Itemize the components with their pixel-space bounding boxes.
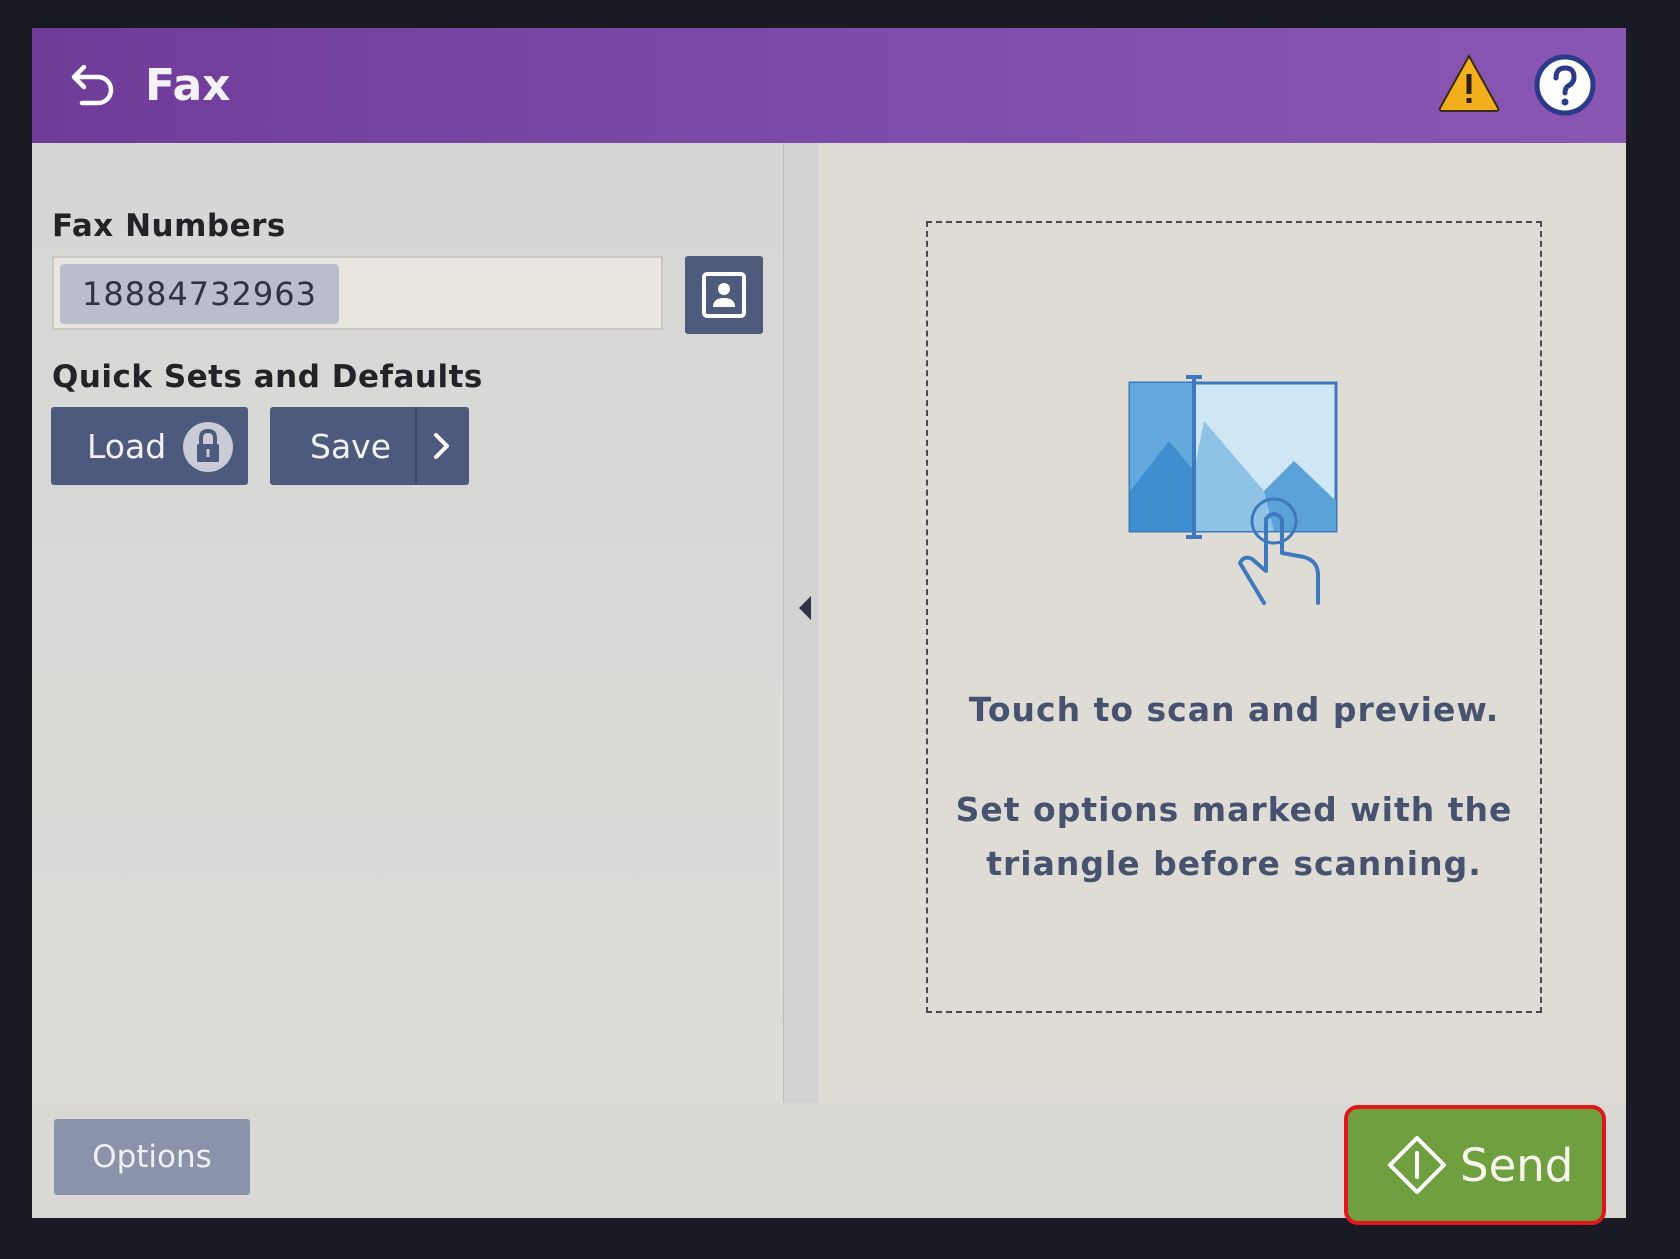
send-button[interactable]: Send (1344, 1105, 1606, 1225)
options-button[interactable]: Options (54, 1119, 250, 1195)
send-label: Send (1460, 1138, 1574, 1192)
load-label: Load (87, 426, 167, 466)
save-divider (415, 407, 417, 485)
warning-triangle-icon (1438, 53, 1500, 112)
save-label: Save (310, 426, 392, 466)
panel-divider (783, 143, 818, 1103)
save-button[interactable]: Save (270, 407, 469, 485)
scan-options-hint-line1: Set options marked with the (955, 790, 1513, 829)
chevron-right-icon (434, 433, 449, 459)
back-arrow-icon (71, 65, 114, 106)
fax-number-chip[interactable]: 18884732963 (60, 264, 339, 324)
scan-options-hint-line2: triangle before scanning. (986, 844, 1482, 883)
scan-preview-illustration-icon (1128, 375, 1338, 605)
title-bar: Fax (32, 28, 1626, 143)
contacts-button[interactable] (685, 256, 763, 334)
fax-settings-panel: Fax Numbers 18884732963 Quick Sets and D… (32, 143, 783, 1103)
quick-sets-label: Quick Sets and Defaults (52, 359, 483, 395)
preview-panel: Touch to scan and preview. Set options m… (818, 143, 1626, 1103)
collapse-panel-button[interactable] (794, 588, 816, 628)
help-question-icon (1534, 54, 1596, 116)
scan-preview-hint: Touch to scan and preview. (968, 690, 1500, 729)
page-title: Fax (145, 60, 231, 111)
scan-preview-area[interactable]: Touch to scan and preview. Set options m… (926, 221, 1542, 1013)
fax-numbers-label: Fax Numbers (52, 208, 286, 244)
contact-book-icon (702, 272, 746, 318)
lock-icon (183, 422, 233, 472)
warning-button[interactable] (1436, 52, 1502, 114)
fax-number-field[interactable]: 18884732963 (52, 256, 663, 330)
printer-screen: Fax Fax Numbers 18884732963 Quick Sets a… (32, 28, 1626, 1218)
load-button[interactable]: Load (51, 407, 248, 485)
back-button[interactable] (62, 56, 122, 116)
chevron-left-icon (799, 596, 811, 620)
help-button[interactable] (1532, 52, 1598, 118)
start-diamond-icon (1388, 1136, 1446, 1194)
